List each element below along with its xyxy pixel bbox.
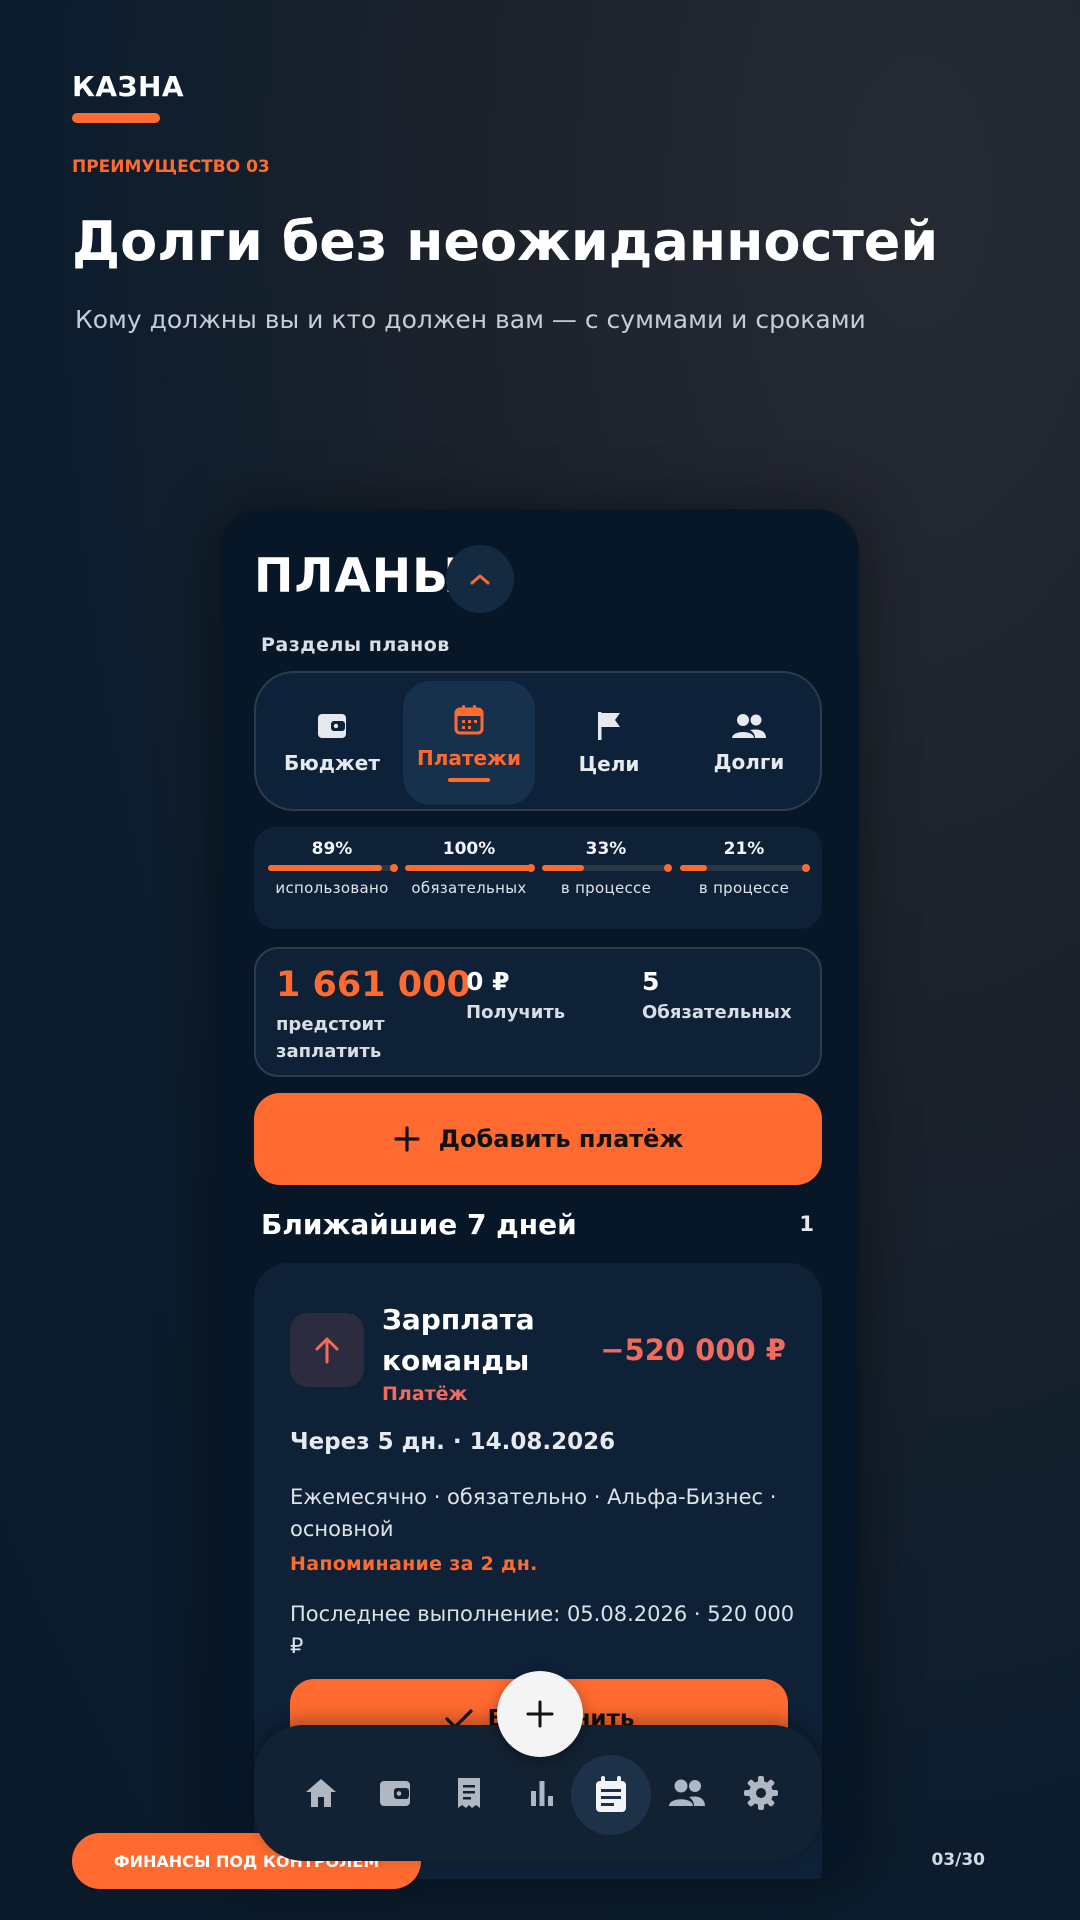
page-title: ПЛАНЫ — [254, 549, 462, 604]
calendar-icon — [454, 705, 484, 735]
people-icon — [732, 714, 766, 738]
payment-amount: −520 000 ₽ — [600, 1333, 786, 1367]
chart-icon — [531, 1781, 553, 1806]
nav-plans[interactable] — [571, 1755, 651, 1835]
add-payment-button[interactable]: Добавить платёж — [254, 1093, 822, 1185]
tab-goals-label: Цели — [578, 752, 640, 776]
phone-screen: ПЛАНЫ Разделы планов Бюджет Платежи Цели… — [219, 509, 859, 1879]
chevron-up-icon — [470, 574, 490, 585]
tab-budget[interactable]: Бюджет — [266, 681, 398, 805]
payment-kind: Платёж — [382, 1383, 468, 1405]
progress-caption: обязательных — [411, 879, 527, 897]
upcoming-count: 1 — [799, 1212, 814, 1236]
plus-icon — [526, 1700, 554, 1728]
quick-add-button[interactable] — [497, 1671, 583, 1757]
progress-item: 21% в процессе — [675, 839, 813, 897]
tab-payments-label: Платежи — [417, 746, 521, 770]
nav-wallet[interactable] — [373, 1771, 417, 1815]
progress-item: 100% обязательных — [400, 839, 538, 897]
wallet-icon — [318, 714, 346, 738]
nav-people[interactable] — [665, 1771, 709, 1815]
total-to-pay-caption: предстоит заплатить — [276, 1014, 385, 1062]
nav-home[interactable] — [299, 1771, 343, 1815]
progress-percent: 89% — [311, 839, 353, 859]
mandatory-count: 5 — [642, 967, 660, 996]
payment-details: Ежемесячно · обязательно · Альфа-Бизнес … — [290, 1485, 777, 1541]
progress-bar — [680, 864, 810, 872]
home-icon — [306, 1779, 336, 1807]
plan-sections-tabs: Бюджет Платежи Цели Долги — [254, 671, 822, 811]
flag-icon — [598, 712, 620, 740]
receive-value: 0 ₽ — [466, 967, 510, 996]
tab-debts-label: Долги — [713, 750, 785, 774]
progress-bar — [268, 864, 398, 872]
people-icon — [669, 1779, 705, 1806]
slide-counter: 03/30 — [931, 1850, 985, 1870]
progress-item: 89% использовано — [263, 839, 401, 897]
settings-icon — [744, 1776, 778, 1810]
subheadline: Кому должны вы и кто должен вам — с сумм… — [75, 305, 866, 334]
plus-icon — [394, 1126, 420, 1152]
receipt-icon — [458, 1778, 480, 1808]
payments-stats: 1 661 000 предстоит заплатить 0 ₽ Получи… — [254, 947, 822, 1077]
brand-name: КАЗНА — [72, 70, 185, 103]
total-to-pay: 1 661 000 — [276, 965, 471, 1005]
active-tab-indicator — [448, 778, 490, 782]
progress-percent: 21% — [723, 839, 765, 859]
nav-analytics[interactable] — [520, 1771, 564, 1815]
nav-settings[interactable] — [739, 1771, 783, 1815]
progress-item: 33% в процессе — [537, 839, 675, 897]
receive-caption: Получить — [466, 1002, 566, 1023]
nav-operations[interactable] — [447, 1771, 491, 1815]
payment-due: Через 5 дн. · 14.08.2026 — [290, 1429, 616, 1455]
sections-label: Разделы планов — [261, 634, 450, 656]
progress-bar — [405, 864, 535, 872]
progress-caption: использовано — [275, 879, 389, 897]
progress-percent: 100% — [442, 839, 496, 859]
tab-budget-label: Бюджет — [284, 751, 380, 775]
payment-last-execution: Последнее выполнение: 05.08.2026 · 520 0… — [290, 1602, 795, 1658]
progress-caption: в процессе — [560, 879, 652, 897]
wallet-icon — [380, 1781, 410, 1806]
tab-payments[interactable]: Платежи — [403, 681, 535, 805]
payment-title: Зарплата команды — [382, 1303, 535, 1377]
add-payment-label: Добавить платёж — [438, 1125, 684, 1153]
payment-reminder: Напоминание за 2 дн. — [290, 1553, 538, 1575]
arrow-up-icon — [315, 1337, 339, 1364]
advantage-kicker: ПРЕИМУЩЕСТВО 03 — [72, 157, 270, 177]
progress-summary: 89% использовано 100% обязательных 33% в… — [254, 827, 822, 929]
collapse-button[interactable] — [446, 545, 514, 613]
progress-caption: в процессе — [698, 879, 790, 897]
upcoming-title: Ближайшие 7 дней — [261, 1208, 577, 1241]
mandatory-caption: Обязательных — [642, 1002, 792, 1023]
tab-goals[interactable]: Цели — [543, 681, 675, 805]
progress-bar — [542, 864, 672, 872]
tab-debts[interactable]: Долги — [683, 681, 815, 805]
progress-percent: 33% — [585, 839, 627, 859]
outgoing-payment-icon — [290, 1313, 364, 1387]
headline: Долги без неожиданностей — [72, 210, 939, 273]
plans-icon — [596, 1776, 626, 1812]
brand-underline — [72, 113, 160, 123]
